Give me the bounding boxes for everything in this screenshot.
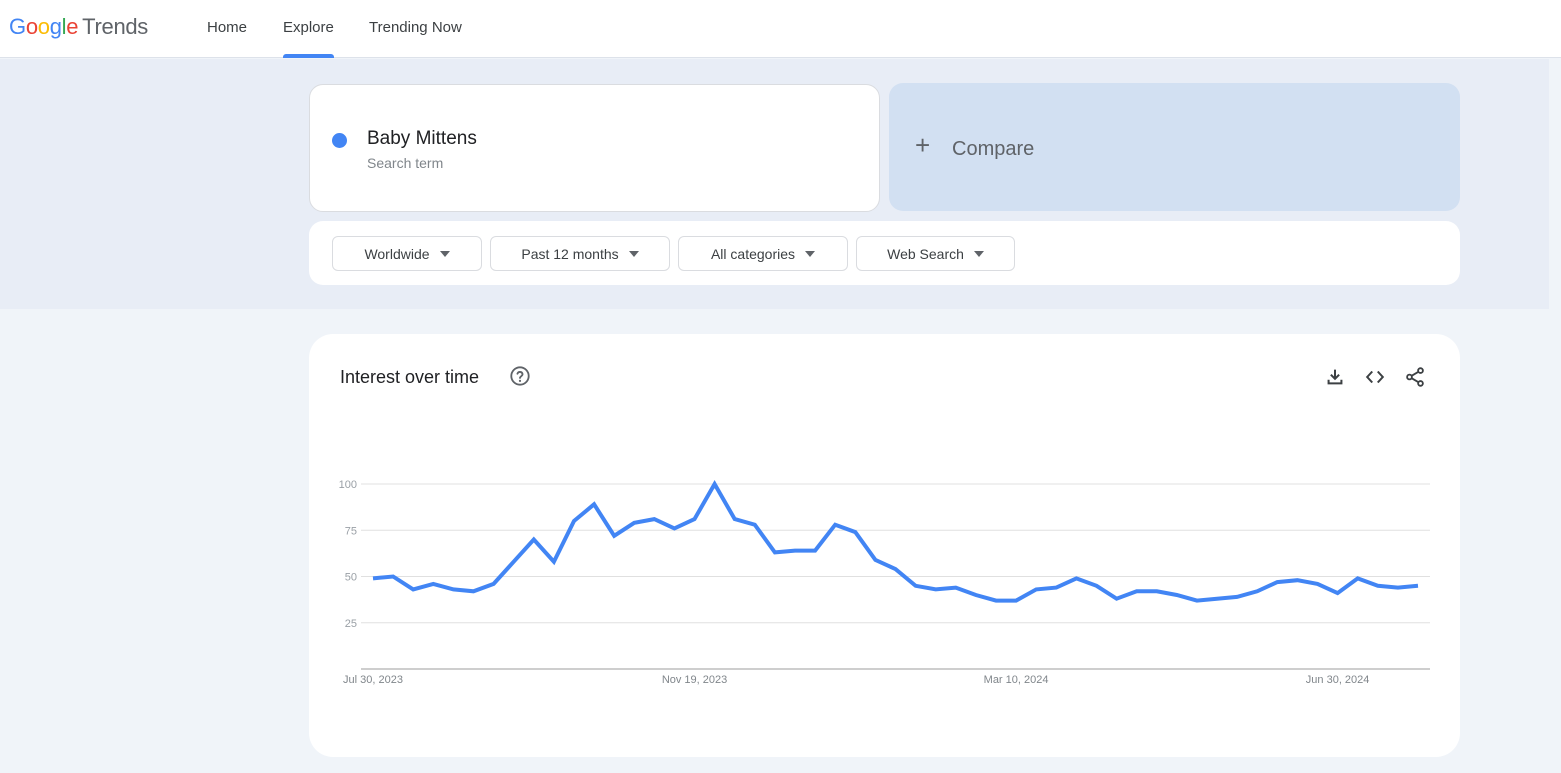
search-term-type: Search term [367, 155, 444, 171]
plus-icon: + [915, 130, 931, 160]
caret-down-icon [628, 250, 639, 257]
x-tick-label: Jun 30, 2024 [1306, 674, 1370, 686]
y-tick-label: 100 [339, 479, 357, 491]
series-line-baby-mittens [372, 479, 1419, 603]
nav-trending-now[interactable]: Trending Now [369, 19, 462, 58]
filter-search-type[interactable]: Web Search [856, 236, 1015, 271]
term-color-dot [332, 133, 347, 148]
logo-letter: o [25, 14, 38, 39]
filter-label: All categories [710, 245, 796, 262]
filter-bar: Worldwide Past 12 months All categories … [309, 221, 1460, 285]
x-tick-label: Mar 10, 2024 [984, 674, 1049, 686]
compare-button[interactable]: + Compare [889, 83, 1460, 211]
page-scrollbar[interactable] [1549, 59, 1561, 773]
caret-down-icon [439, 250, 450, 257]
filter-label: Web Search [887, 245, 964, 262]
compare-label: Compare [952, 138, 1035, 160]
filter-label: Past 12 months [521, 245, 619, 262]
x-tick-label: Jul 30, 2023 [343, 674, 403, 686]
google-trends-logo[interactable]: Google Trends [9, 14, 148, 40]
search-term-card[interactable]: Baby Mittens Search term [309, 84, 880, 212]
caret-down-icon [973, 250, 984, 257]
filter-label: Worldwide [364, 245, 430, 262]
interest-over-time-card: Interest over time 25 50 75 100 Jul 30, 2023… [309, 334, 1460, 757]
filter-time-range[interactable]: Past 12 months [490, 236, 670, 271]
nav-explore[interactable]: Explore [283, 19, 334, 58]
logo-letter: g [49, 14, 62, 39]
line-chart: 25 50 75 100 Jul 30, 2023 Nov 19, 2023 Mar 10,… [339, 479, 1430, 686]
nav-home[interactable]: Home [207, 19, 247, 58]
y-tick-label: 75 [345, 525, 357, 537]
logo-letter: e [66, 14, 79, 39]
filter-region[interactable]: Worldwide [332, 236, 482, 271]
logo-letter: G [9, 14, 26, 39]
x-tick-label: Nov 19, 2023 [662, 674, 727, 686]
top-header: Google Trends Home Explore Trending Now [0, 0, 1561, 58]
y-tick-label: 50 [345, 572, 357, 584]
search-term-name[interactable]: Baby Mittens [367, 128, 477, 150]
logo-product-name: Trends [82, 14, 149, 39]
y-tick-label: 25 [345, 618, 357, 630]
logo-letter: o [37, 14, 50, 39]
caret-down-icon [805, 250, 816, 257]
filter-category[interactable]: All categories [678, 236, 848, 271]
